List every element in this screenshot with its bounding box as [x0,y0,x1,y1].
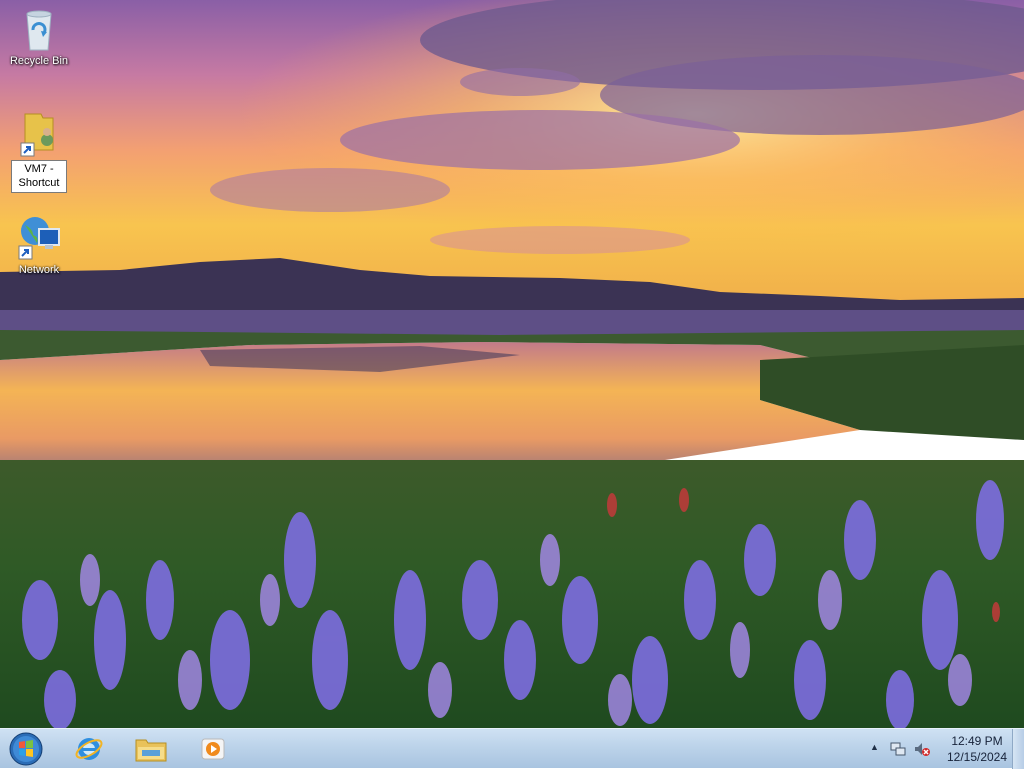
network-tray-icon[interactable] [890,741,906,757]
desktop-icon-label: VM7 - Shortcut [11,160,67,193]
desktop-icon-recycle-bin[interactable]: Recycle Bin [1,6,77,69]
internet-explorer-icon [75,738,103,760]
taskbar-internet-explorer[interactable] [62,731,116,767]
system-tray: ▲ 12:49 PM 12/15/2024 [864,729,1024,769]
clock[interactable]: 12:49 PM 12/15/2024 [942,733,1012,765]
desktop-icon-label: Recycle Bin [9,55,69,67]
taskbar-file-explorer[interactable] [124,731,178,767]
windows-start-orb-icon [9,732,43,766]
show-desktop-button[interactable] [1012,729,1024,769]
clock-time: 12:49 PM [951,734,1003,748]
media-player-icon [201,738,225,760]
folder-shortcut-icon [20,113,54,157]
network-icon [18,217,60,260]
show-hidden-icons-chevron-icon[interactable]: ▲ [870,742,886,758]
wallpaper-landscape [0,0,1024,728]
desktop[interactable]: Recycle Bin VM7 - Shortcut Network [0,0,1024,728]
recycle-bin-icon [26,10,52,51]
start-button[interactable] [6,731,46,767]
file-explorer-icon [135,739,167,762]
volume-muted-icon[interactable] [914,741,930,757]
desktop-icon-label: Network [18,264,60,276]
taskbar-media-player[interactable] [186,731,240,767]
clock-date: 12/15/2024 [946,750,1008,764]
desktop-icon-network[interactable]: Network [1,213,77,278]
taskbar: ▲ 12:49 PM 12/15/2024 [0,728,1024,769]
desktop-icon-vm7-shortcut[interactable]: VM7 - Shortcut [1,110,77,193]
